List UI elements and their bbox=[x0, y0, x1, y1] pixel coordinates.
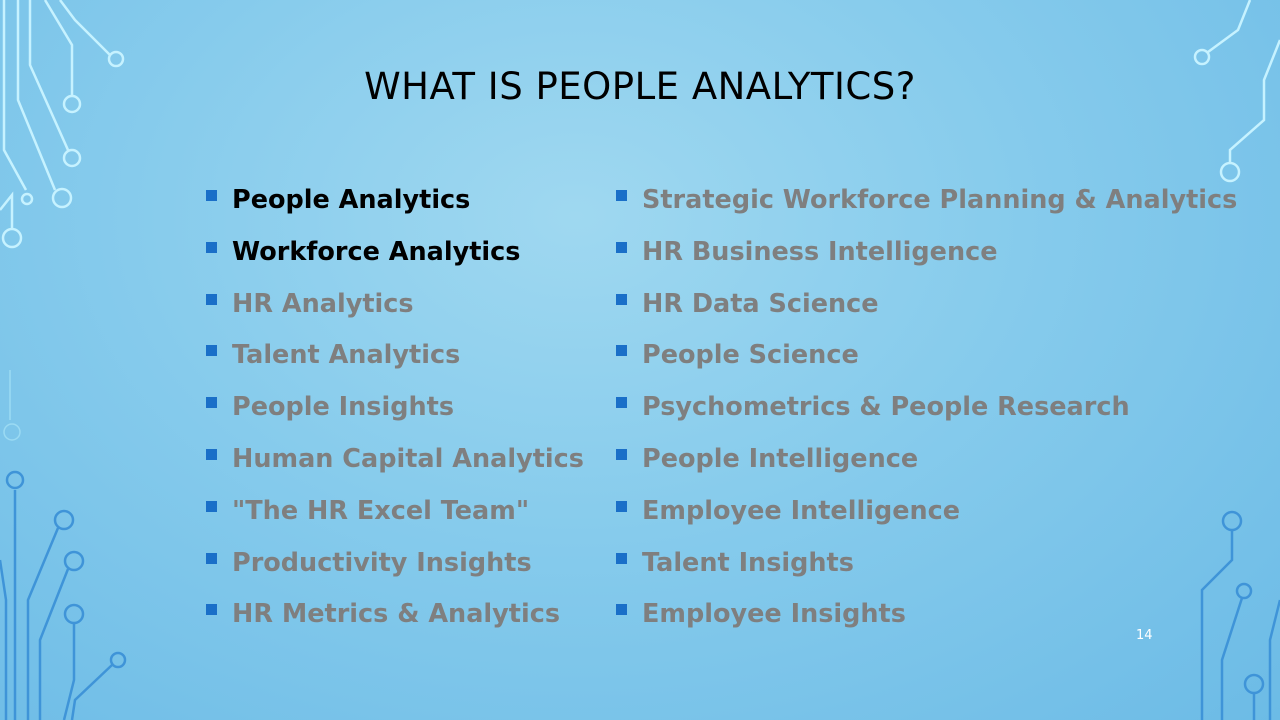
square-bullet-icon bbox=[206, 500, 217, 512]
square-bullet-icon bbox=[206, 345, 217, 357]
list-item-label: Talent Analytics bbox=[232, 340, 461, 371]
list-item: Talent Analytics bbox=[204, 335, 584, 387]
circuit-decoration-left bbox=[0, 0, 127, 720]
list-item-label: Psychometrics & People Research bbox=[642, 392, 1130, 423]
square-bullet-icon bbox=[206, 190, 217, 201]
list-item: Strategic Workforce Planning & Analytics bbox=[614, 180, 1237, 232]
list-item: HR Metrics & Analytics bbox=[204, 594, 584, 646]
list-item: Productivity Insights bbox=[204, 543, 584, 595]
list-item-label: Employee Insights bbox=[642, 599, 906, 630]
square-bullet-icon bbox=[206, 293, 217, 305]
list-item: HR Data Science bbox=[614, 284, 1237, 336]
list-item-label: HR Data Science bbox=[642, 288, 879, 319]
left-term-list: People Analytics Workforce Analytics HR An… bbox=[204, 180, 584, 646]
list-item-label: "The HR Excel Team" bbox=[232, 495, 530, 526]
list-item-label: Productivity Insights bbox=[232, 547, 532, 578]
square-bullet-icon bbox=[616, 552, 627, 564]
list-item: People Analytics bbox=[204, 180, 584, 232]
list-item: People Intelligence bbox=[614, 439, 1237, 491]
slide-title: WHAT IS PEOPLE ANALYTICS? bbox=[364, 64, 916, 108]
list-item: HR Business Intelligence bbox=[614, 232, 1237, 284]
list-item-label: People Analytics bbox=[232, 185, 471, 215]
square-bullet-icon bbox=[616, 241, 627, 253]
square-bullet-icon bbox=[206, 448, 217, 460]
square-bullet-icon bbox=[616, 397, 627, 409]
square-bullet-icon bbox=[616, 190, 627, 201]
list-item-label: People Science bbox=[642, 340, 859, 371]
page-number: 14 bbox=[1136, 628, 1153, 643]
list-item-label: Talent Insights bbox=[642, 547, 854, 578]
list-item-label: People Insights bbox=[232, 392, 455, 423]
list-item-label: HR Business Intelligence bbox=[642, 236, 998, 267]
list-item-label: Employee Intelligence bbox=[642, 495, 961, 526]
square-bullet-icon bbox=[206, 397, 217, 409]
square-bullet-icon bbox=[206, 552, 217, 564]
list-item: Employee Intelligence bbox=[614, 491, 1237, 543]
list-item-label: Workforce Analytics bbox=[232, 236, 521, 267]
list-item: Human Capital Analytics bbox=[204, 439, 584, 491]
list-item: People Science bbox=[614, 335, 1237, 387]
list-item: "The HR Excel Team" bbox=[204, 491, 584, 543]
list-item-label: Strategic Workforce Planning & Analytics bbox=[642, 185, 1238, 215]
list-item-label: HR Metrics & Analytics bbox=[232, 599, 561, 630]
right-term-list: Strategic Workforce Planning & Analytics… bbox=[614, 180, 1237, 646]
list-item: Psychometrics & People Research bbox=[614, 387, 1237, 439]
list-item-label: HR Analytics bbox=[232, 288, 414, 319]
list-item-label: People Intelligence bbox=[642, 443, 919, 474]
square-bullet-icon bbox=[206, 604, 217, 616]
square-bullet-icon bbox=[616, 448, 627, 460]
list-item: Talent Insights bbox=[614, 543, 1237, 595]
square-bullet-icon bbox=[616, 293, 627, 305]
slide: WHAT IS PEOPLE ANALYTICS? People Analyti… bbox=[0, 0, 1280, 720]
square-bullet-icon bbox=[616, 500, 627, 512]
list-item: People Insights bbox=[204, 387, 584, 439]
square-bullet-icon bbox=[206, 241, 217, 253]
list-item: Workforce Analytics bbox=[204, 232, 584, 284]
square-bullet-icon bbox=[616, 345, 627, 357]
square-bullet-icon bbox=[616, 604, 627, 616]
list-item-label: Human Capital Analytics bbox=[232, 443, 584, 474]
list-item: HR Analytics bbox=[204, 284, 584, 336]
